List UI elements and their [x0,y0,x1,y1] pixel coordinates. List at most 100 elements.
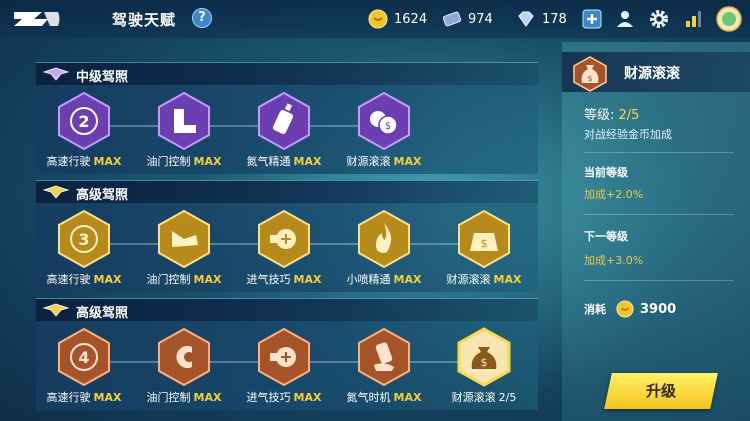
turbo-icon [258,209,310,269]
panel-title: 高级驾照 [76,188,129,203]
divider [584,280,734,281]
skill-high-speed[interactable]: 2 高速行驶 MAX [44,91,124,169]
skill-wealth[interactable]: $ 财源滚滚 MAX [444,209,524,287]
svg-text:$: $ [587,74,592,83]
help-button[interactable]: ? [192,8,212,28]
skill-nitro[interactable]: 氮气精通 MAX [244,91,324,169]
wing-badge-icon [42,185,70,199]
next-level-value: 加成+3.0% [584,254,644,267]
skill-status: MAX [393,391,422,404]
skill-wealth-selected[interactable]: $ 财源滚滚 2/5 [444,327,524,405]
coin-counter: 1624 [368,9,427,29]
skill-status: MAX [293,391,322,404]
level-label: 等级: [584,108,615,123]
diamond-icon [518,11,534,27]
upgrade-button[interactable]: 升级 [604,373,718,409]
skill-high-speed[interactable]: 3 高速行驶 MAX [44,209,124,287]
money-bag-icon: $ [457,327,511,387]
skill-name: 高速行驶 [46,155,91,168]
skill-name: 油门控制 [146,391,191,404]
nitro-bottle-icon [258,91,310,151]
upgrade-cost: 消耗 3900 [584,300,676,318]
upgrade-label: 升级 [645,382,676,400]
skill-name: 进气技巧 [246,391,291,404]
ticket-icon [442,11,462,27]
flame-icon [358,209,410,269]
svg-text:3: 3 [78,230,89,249]
divider [584,152,734,153]
pedal-icon [158,209,210,269]
skill-name: 油门控制 [146,273,191,286]
speedometer-3-icon: 3 [58,209,110,269]
coin-amount: 1624 [394,11,428,27]
skill-throttle[interactable]: 油门控制 MAX [144,91,224,169]
page-title: 驾驶天赋 [112,11,177,29]
magnet-icon [158,327,210,387]
skill-status: MAX [293,155,322,168]
back-logo-icon[interactable] [12,6,62,32]
skill-mini-boost[interactable]: 小喷精通 MAX [344,209,424,287]
skill-status: MAX [193,155,222,168]
skill-status: MAX [293,273,322,286]
skill-connector [86,125,386,127]
speedometer-2-icon: 2 [58,91,110,151]
skill-status: MAX [393,273,422,286]
skill-intake[interactable]: 进气技巧 MAX [244,209,324,287]
svg-text:$: $ [385,121,391,132]
skill-name: 油门控制 [146,155,191,168]
divider [584,214,734,215]
talent-screen: 驾驶天赋 ? 1624 974 178 中级驾照 2 高速行驶 MAX 油门控制… [0,0,750,421]
level-value: 2/5 [618,108,640,123]
add-currency-icon[interactable] [581,8,603,30]
skill-status: MAX [93,391,122,404]
signal-icon [686,11,701,27]
license-panel-advanced-gold: 高级驾照 3 高速行驶 MAX 油门控制 MAX 进气技巧 MAX 小喷精通 M… [36,180,538,292]
skill-detail-panel: $ 财源滚滚 等级: 2/5 对战经验金币加成 当前等级 加成+2.0% 下一等… [562,42,750,421]
skill-nitro-timing[interactable]: 氮气时机 MAX [344,327,424,405]
money-bag-icon: $ [573,56,607,92]
current-level-label: 当前等级 [584,166,628,179]
svg-text:4: 4 [78,348,89,367]
pedal-icon [158,91,210,151]
skill-status: MAX [393,155,422,168]
skill-name: 氮气时机 [346,391,391,404]
skill-status: MAX [93,155,122,168]
top-bar: 驾驶天赋 ? 1624 974 178 [0,0,750,38]
panel-title: 中级驾照 [76,70,129,85]
diamond-counter: 178 [516,9,567,29]
skill-name: 财源滚滚 [346,155,391,168]
skill-high-speed[interactable]: 4 高速行驶 MAX [44,327,124,405]
current-level-value: 加成+2.0% [584,188,644,201]
skill-status: MAX [193,273,222,286]
skill-name: 小喷精通 [346,273,391,286]
skill-wealth[interactable]: $ 财源滚滚 MAX [344,91,424,169]
turbo-icon [258,327,310,387]
license-panel-advanced-bronze: 高级驾照 4 高速行驶 MAX 油门控制 MAX 进气技巧 MAX 氮气时机 M… [36,298,538,410]
ticket-amount: 974 [468,11,493,27]
ticket-counter: 974 [442,9,493,29]
svg-text:$: $ [481,356,488,369]
svg-text:$: $ [481,237,488,250]
gear-icon[interactable] [648,8,670,30]
skill-name: 财源滚滚 [451,391,496,404]
skill-status: MAX [93,273,122,286]
cost-label: 消耗 [584,303,606,316]
panel-header: 高级驾照 [36,181,538,203]
coins-icon: $ [358,91,410,151]
license-panel-intermediate: 中级驾照 2 高速行驶 MAX 油门控制 MAX 氮气精通 MAX $ 财源滚滚… [36,62,538,174]
diamond-amount: 178 [542,11,567,27]
skill-intake[interactable]: 进气技巧 MAX [244,327,324,405]
panel-header: 高级驾照 [36,299,538,321]
skill-throttle[interactable]: 油门控制 MAX [144,327,224,405]
next-level-label: 下一等级 [584,230,628,243]
panel-title: 高级驾照 [76,306,129,321]
skill-throttle[interactable]: 油门控制 MAX [144,209,224,287]
avatar[interactable] [716,6,742,32]
detail-description: 对战经验金币加成 [584,128,672,141]
speedometer-4-icon: 4 [58,327,110,387]
skill-name: 高速行驶 [46,391,91,404]
skill-status: MAX [193,391,222,404]
friends-icon[interactable] [614,8,636,30]
svg-text:2: 2 [78,112,89,131]
cost-amount: 3900 [640,301,677,317]
